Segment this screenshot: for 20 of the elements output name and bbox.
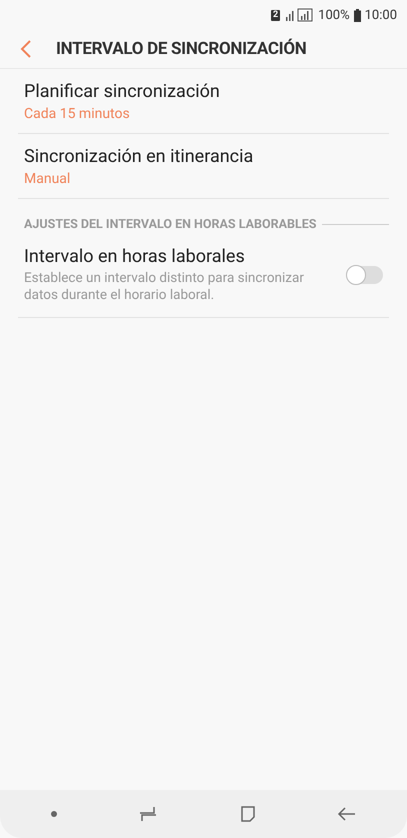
setting-title: Sincronización en itinerancia	[24, 146, 254, 167]
screen-title: INTERVALO DE SINCRONIZACIÓN	[56, 39, 306, 59]
section-header: AJUSTES DEL INTERVALO EN HORAS LABORABLES	[24, 217, 316, 232]
setting-description: Establece un intervalo distinto para sincronizar datos durante el horario laboral.	[24, 270, 305, 304]
setting-title: Intervalo en horas laborales	[24, 246, 246, 267]
dot-icon[interactable]	[50, 810, 58, 818]
setting-value: Manual	[24, 171, 72, 187]
signal-icon	[284, 8, 314, 22]
battery-icon	[354, 8, 361, 22]
setting-item[interactable]: Planificar sincronización Cada 15 minutos	[18, 69, 389, 134]
setting-title: Planificar sincronización	[24, 81, 221, 102]
toggle-switch[interactable]	[347, 266, 383, 284]
setting-item[interactable]: Sincronización en itinerancia Manual	[18, 134, 389, 199]
battery-percent: 100%	[318, 8, 350, 22]
back-icon[interactable]	[336, 806, 357, 822]
recent-apps-icon[interactable]	[138, 806, 158, 822]
home-icon[interactable]	[238, 805, 257, 823]
setting-value: Cada 15 minutos	[24, 106, 131, 122]
clock: 10:00	[364, 8, 397, 22]
sim-badge: 2	[271, 10, 280, 20]
